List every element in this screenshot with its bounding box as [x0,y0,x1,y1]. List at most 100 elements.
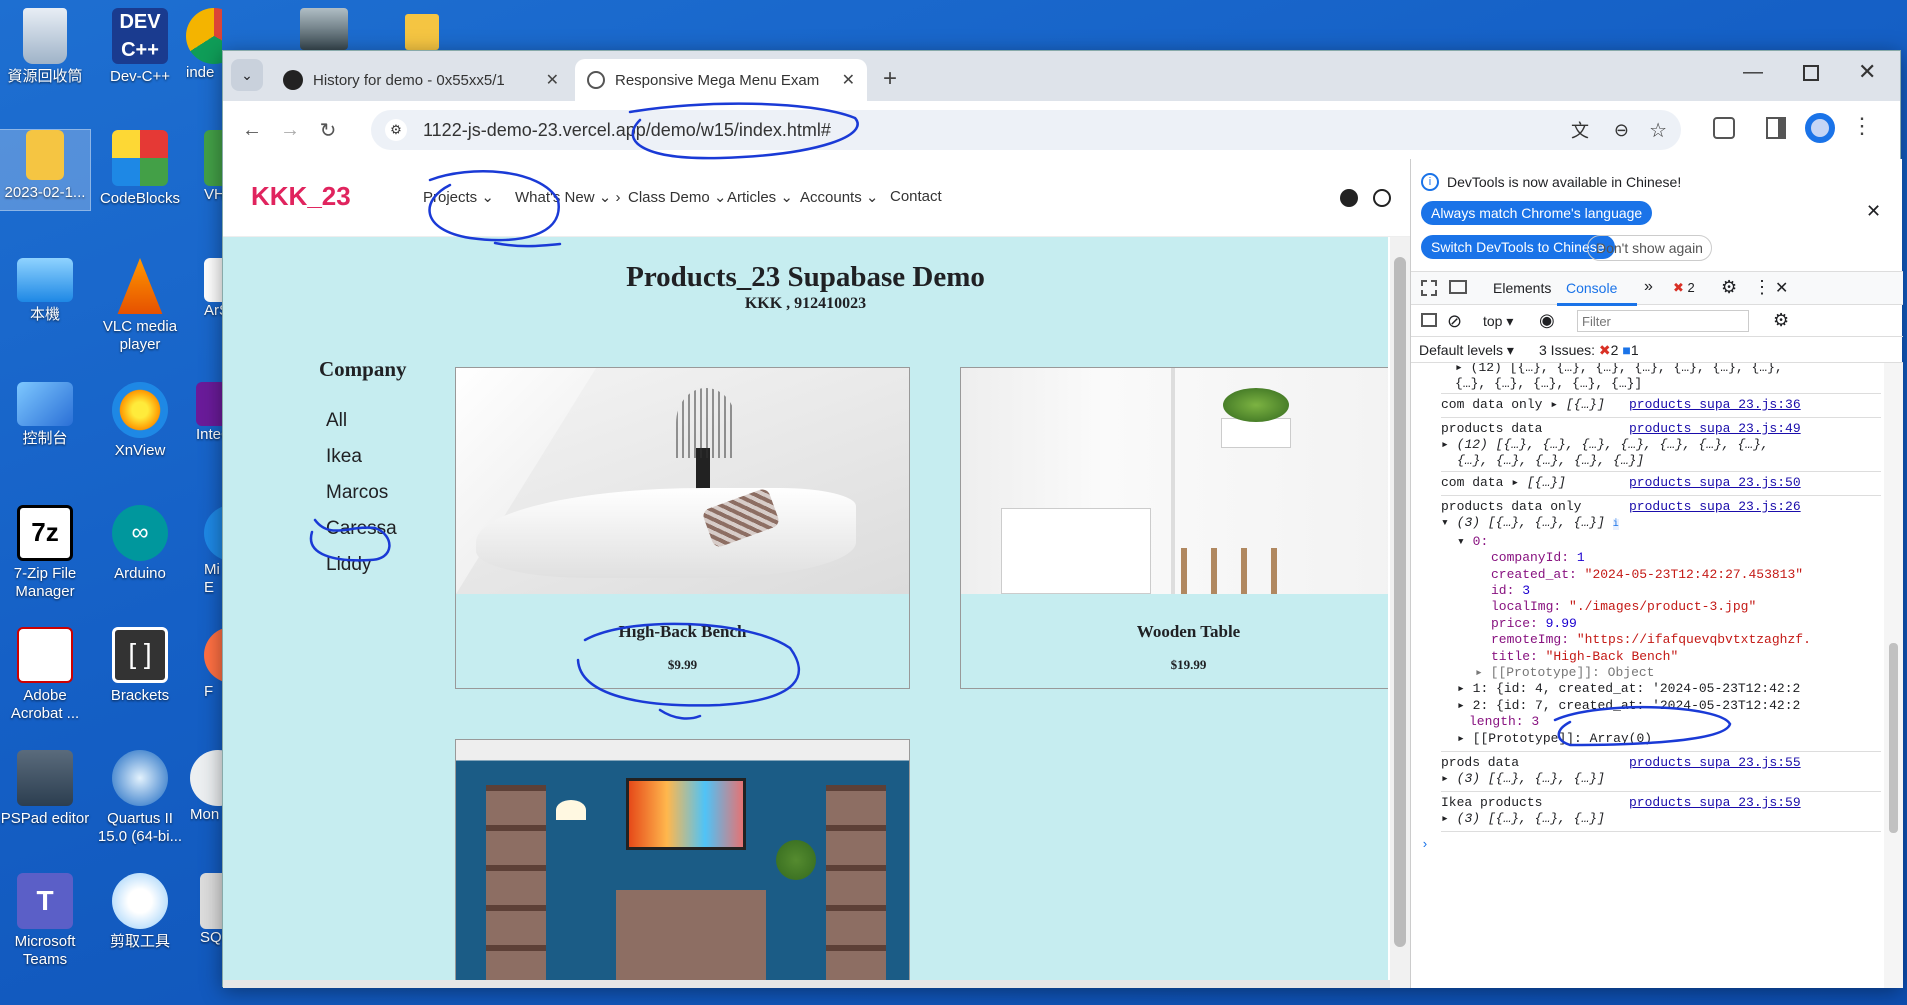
tab-mega-menu[interactable]: Responsive Mega Menu Exam ✕ [575,59,867,101]
page-horizontal-scrollbar[interactable] [223,980,1390,988]
desktop-icon-pspad[interactable]: PSPad editor [0,750,90,828]
dont-show-again-button[interactable]: Don't show again [1587,235,1712,261]
console-filter-input[interactable] [1577,310,1749,332]
console-entry[interactable]: ▸ (12) [{…}, {…}, {…}, {…}, {…}, {…}, {…… [1455,363,1783,392]
desktop-icon-vh[interactable]: VH [204,130,222,204]
console-entry[interactable]: com data only ▸ [{…}] [1441,397,1605,412]
close-notice-icon[interactable]: ✕ [1866,201,1881,222]
nav-accounts[interactable]: Accounts ⌄ [800,188,878,206]
source-link[interactable]: products_supa_23.js:50 [1629,475,1801,490]
source-link[interactable]: products_supa_23.js:59 [1629,795,1801,810]
tab-history[interactable]: History for demo - 0x55xx5/1 ✕ [271,59,571,101]
address-bar[interactable]: ⚙ 1122-js-demo-23.vercel.app/demo/w15/in… [371,110,1681,150]
product-card[interactable] [455,739,910,980]
desktop-icon-index[interactable]: inde [186,8,222,82]
desktop-icon-intel[interactable]: InteCor [196,382,222,444]
settings-gear-icon[interactable]: ⚙ [1721,277,1737,298]
close-devtools-icon[interactable]: ✕ [1775,278,1788,298]
desktop-icon-this-pc[interactable]: 本機 [0,258,90,324]
desktop-icon-sq[interactable]: SQ [200,873,222,947]
side-panel-icon[interactable] [1766,117,1786,139]
console-entry[interactable]: com data ▸ [{…}] [1441,475,1566,490]
company-filter-liddy[interactable]: Liddy [326,554,371,576]
tab-elements[interactable]: Elements [1493,280,1551,296]
desktop-icon-codeblocks[interactable]: CodeBlocks [95,130,185,208]
nav-contact[interactable]: Contact [890,188,942,205]
product-card[interactable]: Wooden Table $19.99 [960,367,1388,689]
device-toolbar-icon[interactable] [1449,280,1467,294]
clear-console-icon[interactable]: ⊘ [1447,311,1462,332]
desktop-icon-vlc[interactable]: VLC media player [95,258,185,354]
desktop-icon-xnview[interactable]: XnView [95,382,185,460]
switch-chinese-button[interactable]: Switch DevTools to Chinese [1421,235,1615,259]
error-badge[interactable]: ✖ 2 [1673,280,1695,296]
desktop-icon-ar[interactable]: ArS [204,258,222,320]
desktop-icon-folder-2023[interactable]: 2023-02-1... [0,129,91,211]
desktop-icon-adobe[interactable]: Adobe Acrobat ... [0,627,90,723]
close-window-button[interactable]: ✕ [1858,59,1876,85]
sidebar-toggle-icon[interactable] [1421,313,1437,327]
close-tab-icon[interactable]: ✕ [842,70,855,90]
bookmark-star-icon[interactable]: ☆ [1649,118,1667,143]
desktop-icon-quartus[interactable]: Quartus II 15.0 (64-bi... [95,750,185,846]
match-language-button[interactable]: Always match Chrome's language [1421,201,1653,225]
back-button[interactable]: ← [233,111,271,149]
desktop-icon-brackets[interactable]: [ ] Brackets [95,627,185,705]
zoom-icon[interactable]: ⊖ [1614,120,1629,141]
reload-button[interactable]: ↻ [309,111,347,149]
tab-console[interactable]: Console [1566,280,1617,296]
company-filter-caressa[interactable]: Caressa [326,518,397,540]
eye-icon[interactable]: ◉ [1539,310,1555,331]
source-link[interactable]: products_supa_23.js:36 [1629,397,1801,412]
inspect-icon[interactable] [1421,280,1437,296]
product-card[interactable]: High-Back Bench $9.99 [455,367,910,689]
nav-whats-new[interactable]: What's New ⌄ › [515,188,620,206]
company-filter-all[interactable]: All [326,410,347,432]
source-link[interactable]: products_supa_23.js:55 [1629,755,1801,770]
nav-class-demo[interactable]: Class Demo ⌄ [628,188,726,206]
profile-avatar[interactable] [1805,113,1835,143]
desktop-icon-f[interactable]: F [204,627,222,701]
devtools-scrollbar[interactable] [1884,363,1903,988]
issues-summary[interactable]: 3 Issues: ✖2 ■1 [1539,342,1639,359]
nav-projects[interactable]: Projects ⌄ [423,188,494,206]
forward-button[interactable]: → [271,111,309,149]
desktop-icon-7zip[interactable]: 7z 7-Zip File Manager [0,505,90,601]
source-link[interactable]: products_supa_23.js:49 [1629,421,1801,436]
console-prompt[interactable]: › [1421,837,1429,852]
desktop-icon-mon[interactable]: Mon [190,750,222,824]
virtualbox-icon[interactable] [300,8,348,50]
menu-kebab-icon[interactable]: ⋮ [1851,113,1873,139]
folder-icon[interactable] [405,14,439,50]
close-tab-icon[interactable]: ✕ [546,70,559,90]
github-icon[interactable] [1340,189,1358,207]
console-entry[interactable]: Ikea products ▸ (3) [{…}, {…}, {…}] [1441,795,1605,827]
maximize-button[interactable] [1803,65,1819,81]
minimize-button[interactable]: — [1743,61,1763,84]
more-tabs-icon[interactable]: » [1644,278,1653,296]
source-link[interactable]: products_supa_23.js:26 [1629,499,1801,514]
scroll-thumb[interactable] [1394,257,1406,947]
desktop-icon-mi[interactable]: Mi E [204,505,222,597]
desktop-icon-snipping[interactable]: 剪取工具 [95,873,185,951]
extensions-icon[interactable] [1713,117,1735,139]
new-tab-button[interactable]: + [883,65,897,93]
console-entry[interactable]: prods data ▸ (3) [{…}, {…}, {…}] [1441,755,1605,787]
nav-articles[interactable]: Articles ⌄ [727,188,793,206]
desktop-icon-teams[interactable]: T Microsoft Teams [0,873,90,969]
desktop-icon-control-panel[interactable]: 控制台 [0,382,90,448]
default-levels-dropdown[interactable]: Default levels ▾ [1419,342,1514,359]
company-filter-marcos[interactable]: Marcos [326,482,388,504]
context-select[interactable]: top ▾ [1483,313,1513,330]
company-filter-ikea[interactable]: Ikea [326,446,362,468]
globe-icon[interactable] [1373,189,1391,207]
page-vertical-scrollbar[interactable] [1390,237,1410,988]
tab-search-button[interactable]: ⌄ [231,59,263,91]
console-settings-icon[interactable]: ⚙ [1773,310,1789,331]
devtools-menu-icon[interactable]: ⋮ [1753,277,1771,298]
desktop-icon-arduino[interactable]: ∞ Arduino [95,505,185,583]
console-entry-expanded[interactable]: products data only ▾ (3) [{…}, {…}, {…}]… [1441,499,1881,747]
translate-icon[interactable]: 文 [1571,117,1589,143]
site-brand[interactable]: KKK_23 [251,181,351,212]
desktop-icon-devcpp[interactable]: DEV C++ Dev-C++ [95,8,185,86]
